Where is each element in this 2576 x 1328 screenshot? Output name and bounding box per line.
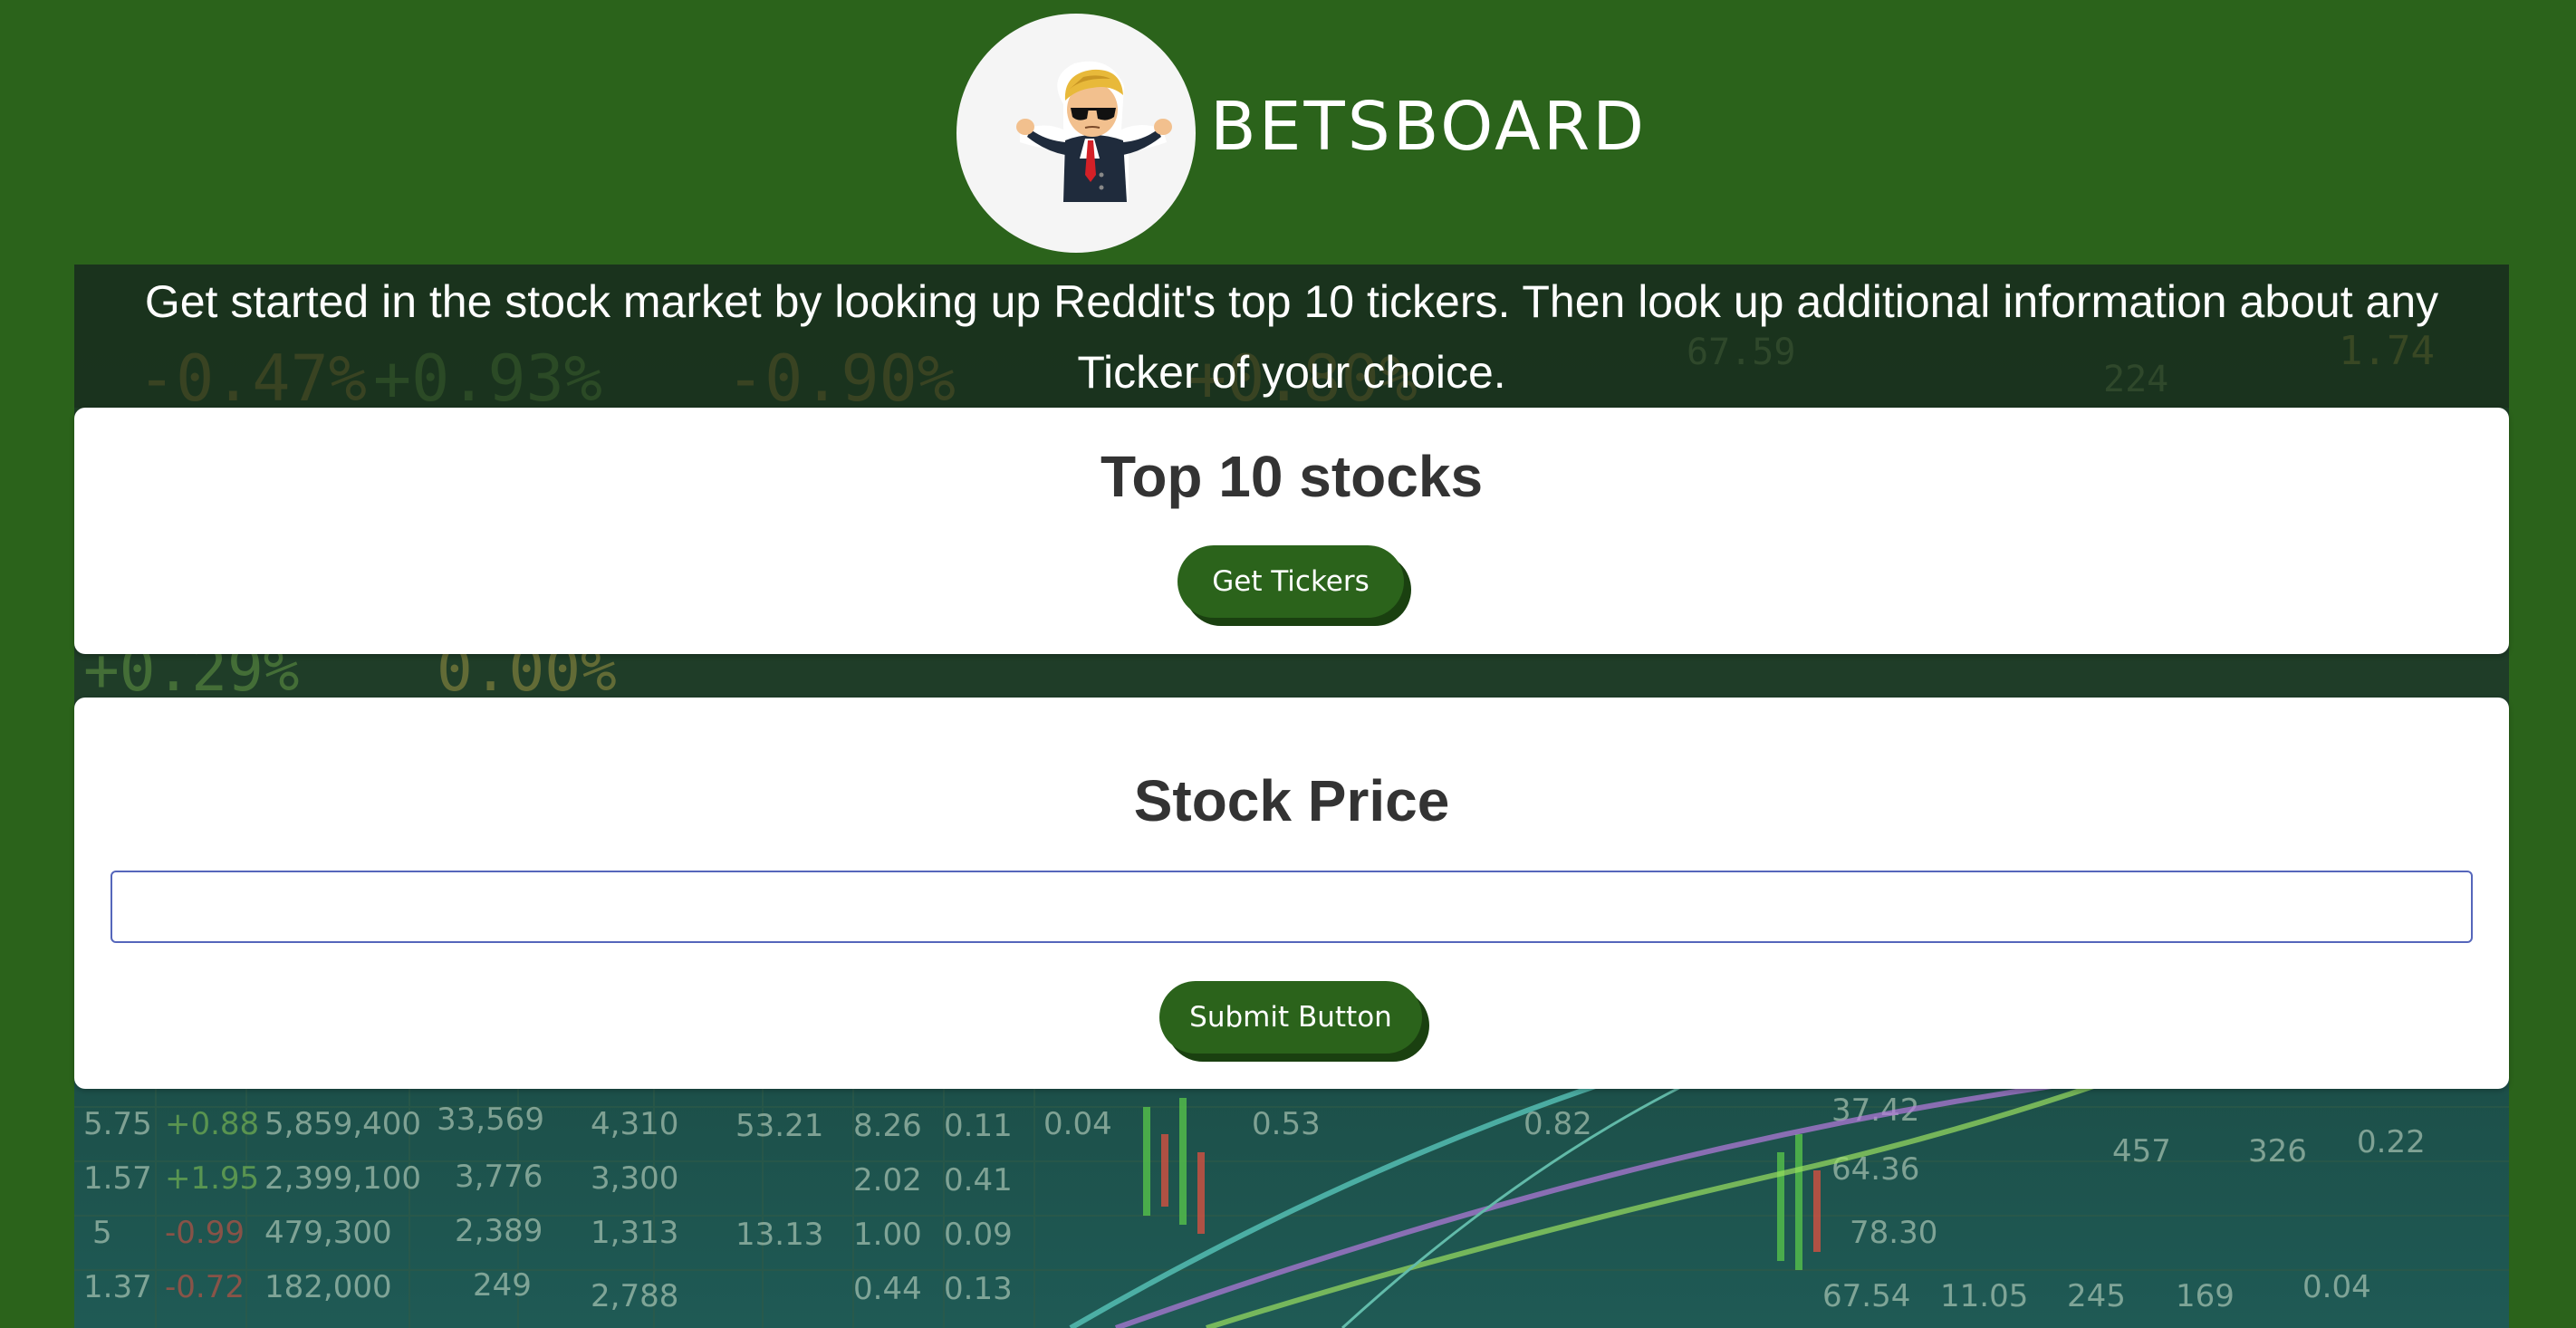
svg-text:169: 169 [2176,1278,2235,1314]
get-tickers-button[interactable]: Get Tickers [1177,545,1404,618]
svg-text:245: 245 [2067,1278,2126,1314]
svg-text:0.53: 0.53 [1252,1106,1321,1142]
stock-price-card: Stock Price Submit Button [74,698,2509,1089]
svg-text:-0.99: -0.99 [165,1215,245,1251]
svg-text:0.04: 0.04 [1043,1106,1112,1142]
svg-text:11.05: 11.05 [1940,1278,2028,1314]
top10-card: Top 10 stocks Get Tickers [74,408,2509,654]
svg-text:78.30: 78.30 [1850,1215,1937,1251]
wsb-mascot-icon [1016,61,1172,202]
svg-text:3,776: 3,776 [455,1159,543,1195]
svg-text:2,788: 2,788 [591,1278,678,1314]
logo [956,14,1196,253]
svg-text:0.04: 0.04 [2302,1269,2371,1305]
intro-text: Get started in the stock market by looki… [74,265,2509,408]
svg-text:2,399,100: 2,399,100 [264,1160,421,1197]
svg-text:-0.72: -0.72 [165,1269,245,1305]
svg-text:33,569: 33,569 [437,1102,544,1138]
svg-text:2.02: 2.02 [853,1162,922,1198]
svg-text:0.13: 0.13 [944,1271,1013,1307]
svg-text:+1.95: +1.95 [165,1160,259,1197]
submit-button[interactable]: Submit Button [1159,981,1422,1054]
svg-text:1.37: 1.37 [83,1269,152,1305]
svg-text:+0.88: +0.88 [165,1106,259,1142]
svg-text:457: 457 [2112,1133,2171,1169]
svg-text:2,389: 2,389 [455,1213,543,1249]
svg-text:0.44: 0.44 [853,1271,922,1307]
svg-text:0.41: 0.41 [944,1162,1013,1198]
svg-text:3,300: 3,300 [591,1160,678,1197]
svg-text:1.57: 1.57 [83,1160,152,1197]
svg-text:5: 5 [92,1215,112,1251]
svg-text:5,859,400: 5,859,400 [264,1106,421,1142]
svg-text:53.21: 53.21 [735,1108,823,1144]
svg-text:67.54: 67.54 [1822,1278,1910,1314]
site-header: BETSBOARD [0,0,2576,265]
brand-title: BETSBOARD [1210,88,1648,166]
svg-text:1,313: 1,313 [591,1215,678,1251]
svg-text:0.22: 0.22 [2357,1124,2426,1160]
svg-text:0.82: 0.82 [1523,1106,1592,1142]
svg-text:326: 326 [2248,1133,2307,1169]
svg-text:4,310: 4,310 [591,1106,678,1142]
svg-text:249: 249 [473,1267,532,1304]
svg-text:0.09: 0.09 [944,1217,1013,1253]
svg-text:13.13: 13.13 [735,1217,823,1253]
ticker-input[interactable] [111,871,2473,943]
stock-price-title: Stock Price [1133,768,1450,833]
svg-text:8.26: 8.26 [853,1108,922,1144]
top10-title: Top 10 stocks [1100,444,1484,509]
svg-text:0.11: 0.11 [944,1108,1013,1144]
svg-text:1.00: 1.00 [853,1217,922,1253]
svg-text:5.75: 5.75 [83,1106,152,1142]
svg-text:479,300: 479,300 [264,1215,392,1251]
svg-text:182,000: 182,000 [264,1269,392,1305]
